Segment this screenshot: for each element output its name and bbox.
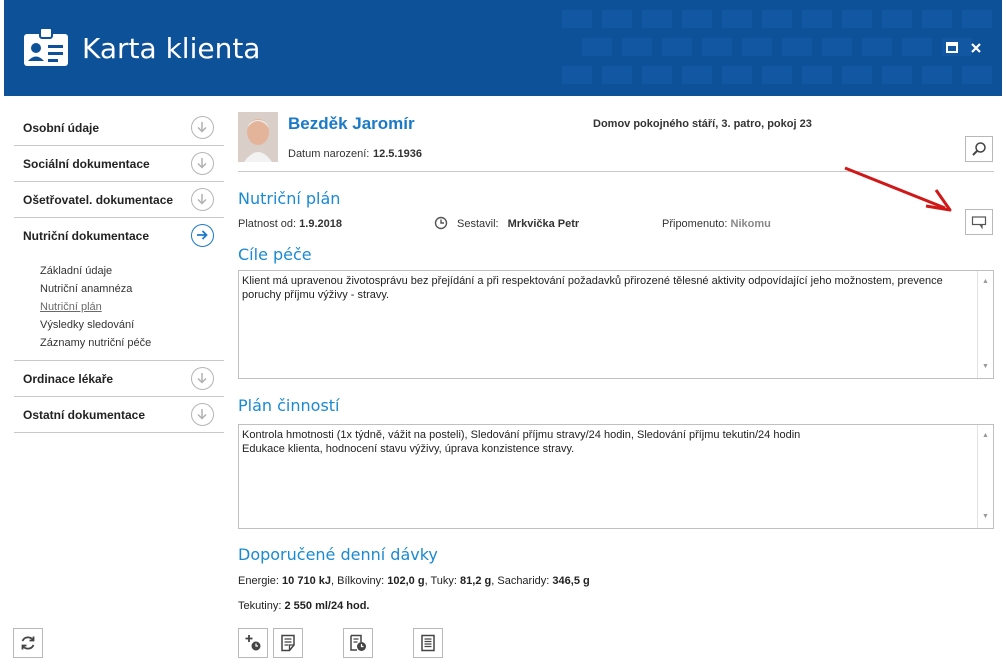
sidebar-item-nursing[interactable]: Ošetřovatel. dokumentace: [14, 182, 224, 218]
document-icon: [421, 634, 435, 652]
header-pattern: [562, 10, 992, 84]
add-time-button[interactable]: [238, 628, 268, 658]
scroll-up-icon[interactable]: ▲: [982, 429, 989, 443]
document-button[interactable]: [413, 628, 443, 658]
birth-date-label: Datum narození:: [288, 148, 370, 160]
activities-textarea[interactable]: Kontrola hmotnosti (1x týdně, vážit na p…: [238, 424, 994, 529]
search-button[interactable]: [965, 136, 993, 162]
client-name: Bezděk Jaromír: [288, 114, 415, 133]
subitem-anamnesis[interactable]: Nutriční anamnéza: [40, 280, 224, 298]
author-value: Mrkvička Petr: [507, 218, 580, 230]
fat-value: 81,2 g: [460, 575, 492, 587]
fluid-dose: Tekutiny: 2 550 ml/24 hod.: [238, 600, 369, 612]
schedule-icon: [350, 634, 366, 651]
subitem-basic-data[interactable]: Základní údaje: [40, 262, 224, 280]
activities-title: Plán činností: [238, 396, 340, 415]
scrollbar[interactable]: ▲ ▼: [977, 271, 993, 378]
note-icon: [281, 634, 295, 652]
author-label: Sestavil:: [457, 218, 499, 230]
fluid-value: 2 550 ml/24 hod.: [284, 600, 370, 612]
validity: Platnost od: 1.9.2018: [238, 218, 342, 230]
add-time-icon: [245, 635, 261, 651]
sidebar-item-social[interactable]: Sociální dokumentace: [14, 146, 224, 182]
scroll-down-icon[interactable]: ▼: [982, 510, 989, 524]
sidebar: Osobní údaje Sociální dokumentace Ošetřo…: [14, 110, 224, 433]
reminder-label: Připomenuto:: [662, 218, 728, 230]
scroll-down-icon[interactable]: ▼: [982, 360, 989, 374]
annotation-arrow: [844, 166, 952, 212]
chevron-down-icon: [191, 116, 214, 139]
nutrient-doses: Energie: 10 710 kJ, Bílkoviny: 102,0 g, …: [238, 575, 590, 587]
subitem-nutrition-plan[interactable]: Nutriční plán: [40, 298, 224, 316]
clock-icon: [434, 216, 448, 230]
sidebar-item-label: Ostatní dokumentace: [23, 407, 146, 422]
birth-date-value: 12.5.1936: [373, 148, 422, 160]
scrollbar[interactable]: ▲ ▼: [977, 425, 993, 528]
client-photo: [238, 112, 278, 162]
protein-value: 102,0 g: [387, 575, 425, 587]
refresh-button[interactable]: [13, 628, 43, 658]
sidebar-item-doctor[interactable]: Ordinace lékaře: [14, 361, 224, 397]
energy-label: Energie:: [238, 575, 279, 587]
comment-button[interactable]: [965, 209, 993, 235]
reminder: Připomenuto: Nikomu: [662, 218, 771, 230]
validity-value: 1.9.2018: [299, 218, 342, 230]
window-header: Karta klienta: [4, 0, 1002, 96]
sidebar-item-nutrition[interactable]: Nutriční dokumentace: [14, 218, 224, 254]
schedule-button[interactable]: [343, 628, 373, 658]
nutrition-plan-title: Nutriční plán: [238, 189, 341, 208]
activities-line-2: Edukace klienta, hodnocení stavu výživy,…: [242, 443, 575, 455]
client-location: Domov pokojného stáří, 3. patro, pokoj 2…: [593, 118, 812, 130]
activities-line-1: Kontrola hmotnosti (1x týdně, vážit na p…: [242, 429, 801, 441]
care-goals-textarea[interactable]: Klient má upravenou životosprávu bez pře…: [238, 270, 994, 379]
close-icon: [971, 43, 981, 53]
subitem-care-records[interactable]: Záznamy nutriční péče: [40, 334, 224, 352]
chevron-down-icon: [191, 367, 214, 390]
sidebar-item-personal[interactable]: Osobní údaje: [14, 110, 224, 146]
close-button[interactable]: [968, 40, 984, 56]
energy-value: 10 710 kJ: [282, 575, 331, 587]
refresh-icon: [21, 636, 35, 650]
care-goals-text: Klient má upravenou životosprávu bez pře…: [242, 275, 943, 301]
carb-value: 346,5 g: [552, 575, 590, 587]
speech-bubble-icon: [971, 216, 987, 229]
protein-label: Bílkoviny:: [337, 575, 385, 587]
chevron-down-icon: [191, 403, 214, 426]
magnifier-icon: [972, 142, 986, 156]
maximize-button[interactable]: [944, 40, 960, 56]
reminder-value: Nikomu: [730, 218, 771, 230]
nutrition-subitems: Základní údaje Nutriční anamnéza Nutričn…: [14, 254, 224, 361]
sidebar-item-label: Ordinace lékaře: [23, 371, 114, 386]
fat-label: Tuky:: [430, 575, 457, 587]
author: Sestavil: Mrkvička Petr: [457, 218, 579, 230]
fluid-label: Tekutiny:: [238, 600, 282, 612]
validity-label: Platnost od:: [238, 218, 297, 230]
sidebar-item-label: Ošetřovatel. dokumentace: [23, 192, 174, 207]
maximize-icon: [946, 42, 958, 53]
note-button[interactable]: [273, 628, 303, 658]
carb-label: Sacharidy:: [497, 575, 550, 587]
care-goals-title: Cíle péče: [238, 245, 312, 264]
sidebar-item-label: Nutriční dokumentace: [23, 229, 150, 243]
sidebar-item-label: Osobní údaje: [23, 120, 100, 135]
client-card-icon: [24, 28, 68, 66]
sidebar-item-other[interactable]: Ostatní dokumentace: [14, 397, 224, 433]
chevron-down-icon: [191, 152, 214, 175]
arrow-right-icon: [191, 224, 214, 247]
window-title: Karta klienta: [82, 32, 261, 65]
scroll-up-icon[interactable]: ▲: [982, 275, 989, 289]
subitem-monitoring-results[interactable]: Výsledky sledování: [40, 316, 224, 334]
sidebar-item-label: Sociální dokumentace: [23, 156, 150, 171]
chevron-down-icon: [191, 188, 214, 211]
daily-doses-title: Doporučené denní dávky: [238, 545, 438, 564]
